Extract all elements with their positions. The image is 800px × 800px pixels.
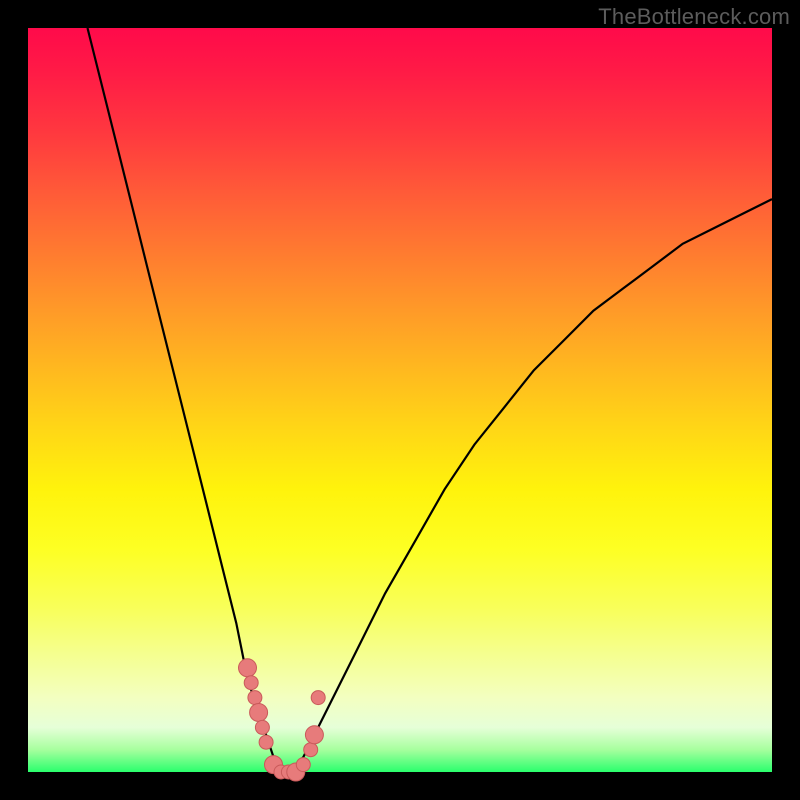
highlight-dots bbox=[239, 659, 326, 781]
highlight-dot bbox=[255, 720, 269, 734]
highlight-dot bbox=[248, 691, 262, 705]
highlight-dot bbox=[244, 676, 258, 690]
highlight-dot bbox=[259, 735, 273, 749]
watermark-text: TheBottleneck.com bbox=[598, 4, 790, 30]
highlight-dot bbox=[304, 743, 318, 757]
highlight-dot bbox=[305, 726, 323, 744]
highlight-dot bbox=[250, 704, 268, 722]
bottleneck-curve bbox=[88, 28, 773, 772]
chart-frame: TheBottleneck.com bbox=[0, 0, 800, 800]
plot-area bbox=[28, 28, 772, 772]
highlight-dot bbox=[311, 691, 325, 705]
highlight-dot bbox=[239, 659, 257, 677]
curve-layer bbox=[28, 28, 772, 772]
highlight-dot bbox=[296, 758, 310, 772]
